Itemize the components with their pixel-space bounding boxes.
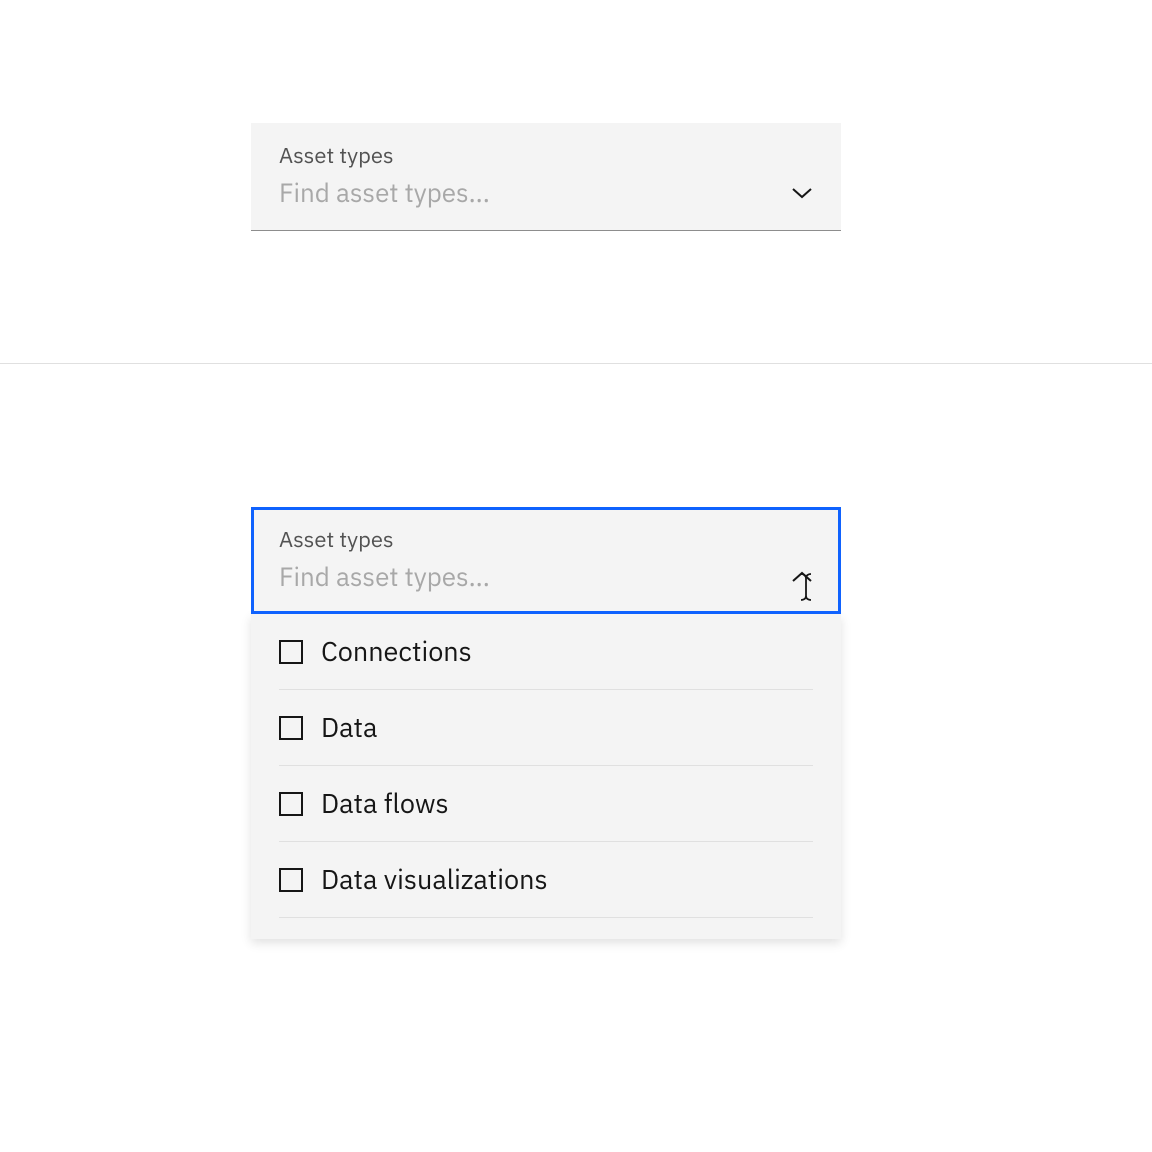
list-item[interactable]: Connections bbox=[251, 614, 841, 690]
combobox-label: Asset types bbox=[279, 141, 813, 170]
chevron-up-icon[interactable] bbox=[791, 570, 813, 584]
list-item[interactable]: Model builders bbox=[251, 918, 841, 939]
option-label: Data bbox=[321, 710, 377, 745]
option-label: Model builders bbox=[321, 938, 501, 939]
option-label: Connections bbox=[321, 634, 472, 669]
asset-types-input[interactable] bbox=[279, 176, 779, 210]
combobox-label: Asset types bbox=[279, 525, 813, 554]
asset-types-combobox-open[interactable]: Asset types Connections Data bbox=[251, 507, 841, 939]
option-label: Data flows bbox=[321, 786, 449, 821]
horizontal-divider bbox=[0, 363, 1152, 364]
asset-types-dropdown-list: Connections Data Data flows Data visuali… bbox=[251, 614, 841, 939]
asset-types-combobox-closed[interactable]: Asset types bbox=[251, 123, 841, 231]
list-item[interactable]: Data bbox=[251, 690, 841, 766]
checkbox-icon[interactable] bbox=[279, 868, 303, 892]
checkbox-icon[interactable] bbox=[279, 640, 303, 664]
checkbox-icon[interactable] bbox=[279, 716, 303, 740]
option-label: Data visualizations bbox=[321, 862, 548, 897]
chevron-down-icon[interactable] bbox=[791, 186, 813, 200]
list-item[interactable]: Data flows bbox=[251, 766, 841, 842]
list-item[interactable]: Data visualizations bbox=[251, 842, 841, 918]
asset-types-input[interactable] bbox=[279, 560, 779, 594]
checkbox-icon[interactable] bbox=[279, 792, 303, 816]
